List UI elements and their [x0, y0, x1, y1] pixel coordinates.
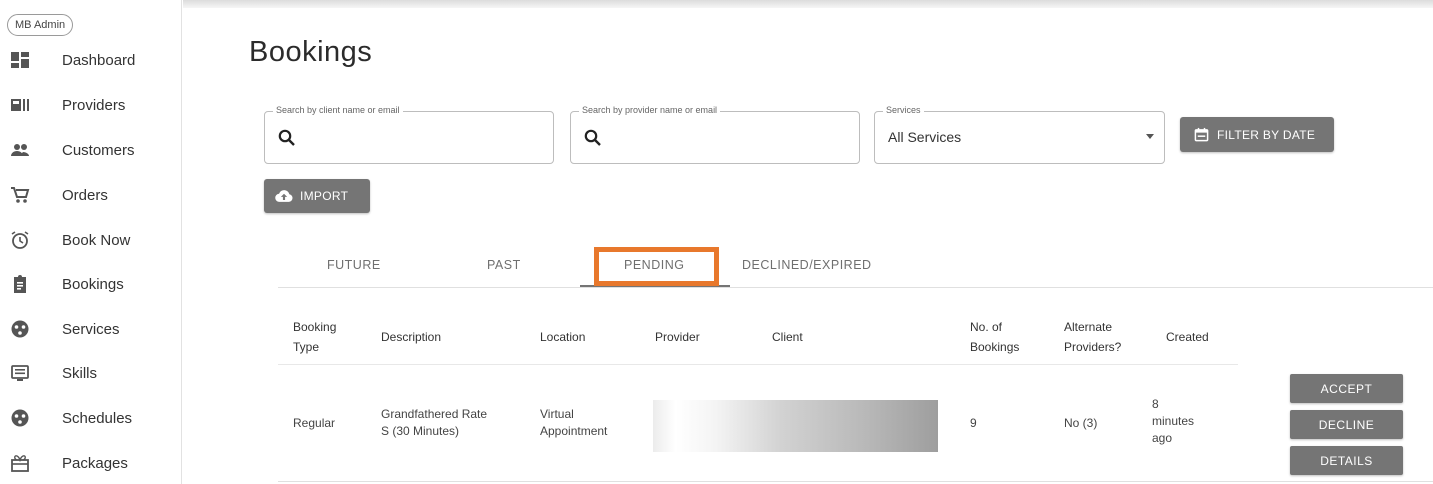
header-text: Booking	[293, 320, 337, 334]
header-alternate-providers[interactable]: Alternate Providers?	[1064, 317, 1121, 357]
header-booking-type[interactable]: Booking Type	[293, 317, 336, 357]
sidebar-item-label: Dashboard	[62, 51, 136, 69]
calendar-icon	[1194, 127, 1209, 142]
cart-icon	[10, 185, 30, 205]
dashboard-icon	[10, 50, 30, 70]
sidebar-item-skills[interactable]: Skills	[0, 353, 182, 393]
skills-icon	[10, 363, 30, 383]
header-text: Providers?	[1064, 340, 1122, 354]
cell-text: S (30 Minutes)	[381, 424, 460, 438]
header-no-of-bookings[interactable]: No. of Bookings	[970, 317, 1019, 357]
tab-future[interactable]: FUTURE	[327, 258, 381, 272]
decline-button[interactable]: DECLINE	[1290, 410, 1403, 439]
sidebar-item-providers[interactable]: Providers	[0, 85, 182, 125]
header-client[interactable]: Client	[772, 327, 803, 347]
client-search-legend: Search by client name or email	[273, 105, 403, 115]
sidebar-item-schedules[interactable]: Schedules	[0, 398, 182, 438]
sidebar-item-services[interactable]: Services	[0, 309, 182, 349]
cloud-upload-icon	[275, 189, 293, 203]
cell-no-of-bookings: 9	[970, 416, 977, 430]
search-icon	[583, 128, 603, 148]
top-shadow	[183, 0, 1433, 8]
accept-button[interactable]: ACCEPT	[1290, 374, 1403, 403]
packages-icon	[10, 453, 30, 473]
sidebar-item-label: Book Now	[62, 231, 131, 249]
import-button[interactable]: IMPORT	[264, 179, 370, 213]
redacted-provider-client	[653, 400, 938, 452]
cell-text: minutes	[1152, 414, 1195, 428]
app-root: MB Admin Dashboard Providers Customers O…	[0, 0, 1433, 484]
sidebar-item-label: Schedules	[62, 409, 133, 427]
providers-icon	[10, 95, 30, 115]
provider-search-input[interactable]: Search by provider name or email	[570, 105, 860, 164]
cell-text: ago	[1152, 431, 1173, 445]
filter-by-date-button[interactable]: FILTER BY DATE	[1180, 117, 1334, 152]
sidebar-item-label: Bookings	[62, 275, 124, 293]
header-provider[interactable]: Provider	[655, 327, 700, 347]
sidebar-item-packages[interactable]: Packages	[0, 443, 182, 483]
clipboard-icon	[10, 274, 30, 294]
cell-location: Virtual Appointment	[540, 406, 607, 440]
sidebar-item-book-now[interactable]: Book Now	[0, 220, 182, 260]
cell-created: 8 minutes ago	[1152, 396, 1194, 447]
sidebar-item-label: Packages	[62, 454, 128, 472]
sidebar: MB Admin Dashboard Providers Customers O…	[0, 0, 182, 484]
provider-search-legend: Search by provider name or email	[579, 105, 721, 115]
dropdown-arrow-icon	[1146, 134, 1154, 139]
row-divider	[278, 481, 1433, 482]
page-title: Bookings	[249, 36, 373, 68]
cell-booking-type: Regular	[293, 416, 336, 430]
header-text: No. of	[970, 320, 1003, 334]
header-description[interactable]: Description	[381, 327, 441, 347]
sidebar-item-label: Skills	[62, 364, 98, 382]
bookings-table: Booking Type Description Location Provid…	[278, 310, 1433, 484]
details-button[interactable]: DETAILS	[1290, 446, 1403, 475]
cell-description: Grandfathered Rate S (30 Minutes)	[381, 406, 487, 440]
header-text: Alternate	[1064, 320, 1113, 334]
highlight-annotation	[594, 247, 719, 286]
services-select[interactable]: Services All Services	[874, 105, 1165, 164]
header-text: Type	[293, 340, 320, 354]
cell-text: Grandfathered Rate	[381, 407, 488, 421]
search-icon	[277, 128, 297, 148]
client-search-input[interactable]: Search by client name or email	[264, 105, 554, 164]
schedules-icon	[10, 408, 30, 428]
sidebar-item-orders[interactable]: Orders	[0, 175, 182, 215]
cell-alternate-providers: No (3)	[1064, 416, 1098, 430]
sidebar-item-label: Customers	[62, 141, 135, 159]
services-legend: Services	[883, 105, 924, 115]
import-label: IMPORT	[300, 189, 349, 203]
cell-text: Appointment	[540, 424, 608, 438]
filter-by-date-label: FILTER BY DATE	[1217, 127, 1316, 142]
tab-past[interactable]: PAST	[487, 258, 521, 272]
sidebar-item-customers[interactable]: Customers	[0, 130, 182, 170]
sidebar-item-label: Services	[62, 320, 120, 338]
sidebar-item-bookings[interactable]: Bookings	[0, 264, 182, 304]
role-chip[interactable]: MB Admin	[7, 14, 74, 36]
header-text: Bookings	[970, 340, 1020, 354]
cell-text: 8	[1152, 397, 1159, 411]
customers-icon	[10, 140, 30, 160]
sidebar-item-label: Providers	[62, 96, 126, 114]
cell-text: Virtual	[540, 407, 574, 421]
services-icon	[10, 319, 30, 339]
sidebar-item-label: Orders	[62, 186, 108, 204]
tab-declined-expired[interactable]: DECLINED/EXPIRED	[742, 258, 872, 272]
header-location[interactable]: Location	[540, 327, 585, 347]
alarm-icon	[10, 230, 30, 250]
services-selected-value: All Services	[888, 129, 962, 145]
tabs-divider	[278, 287, 1433, 288]
sidebar-item-dashboard[interactable]: Dashboard	[0, 40, 182, 80]
header-created[interactable]: Created	[1166, 327, 1209, 347]
